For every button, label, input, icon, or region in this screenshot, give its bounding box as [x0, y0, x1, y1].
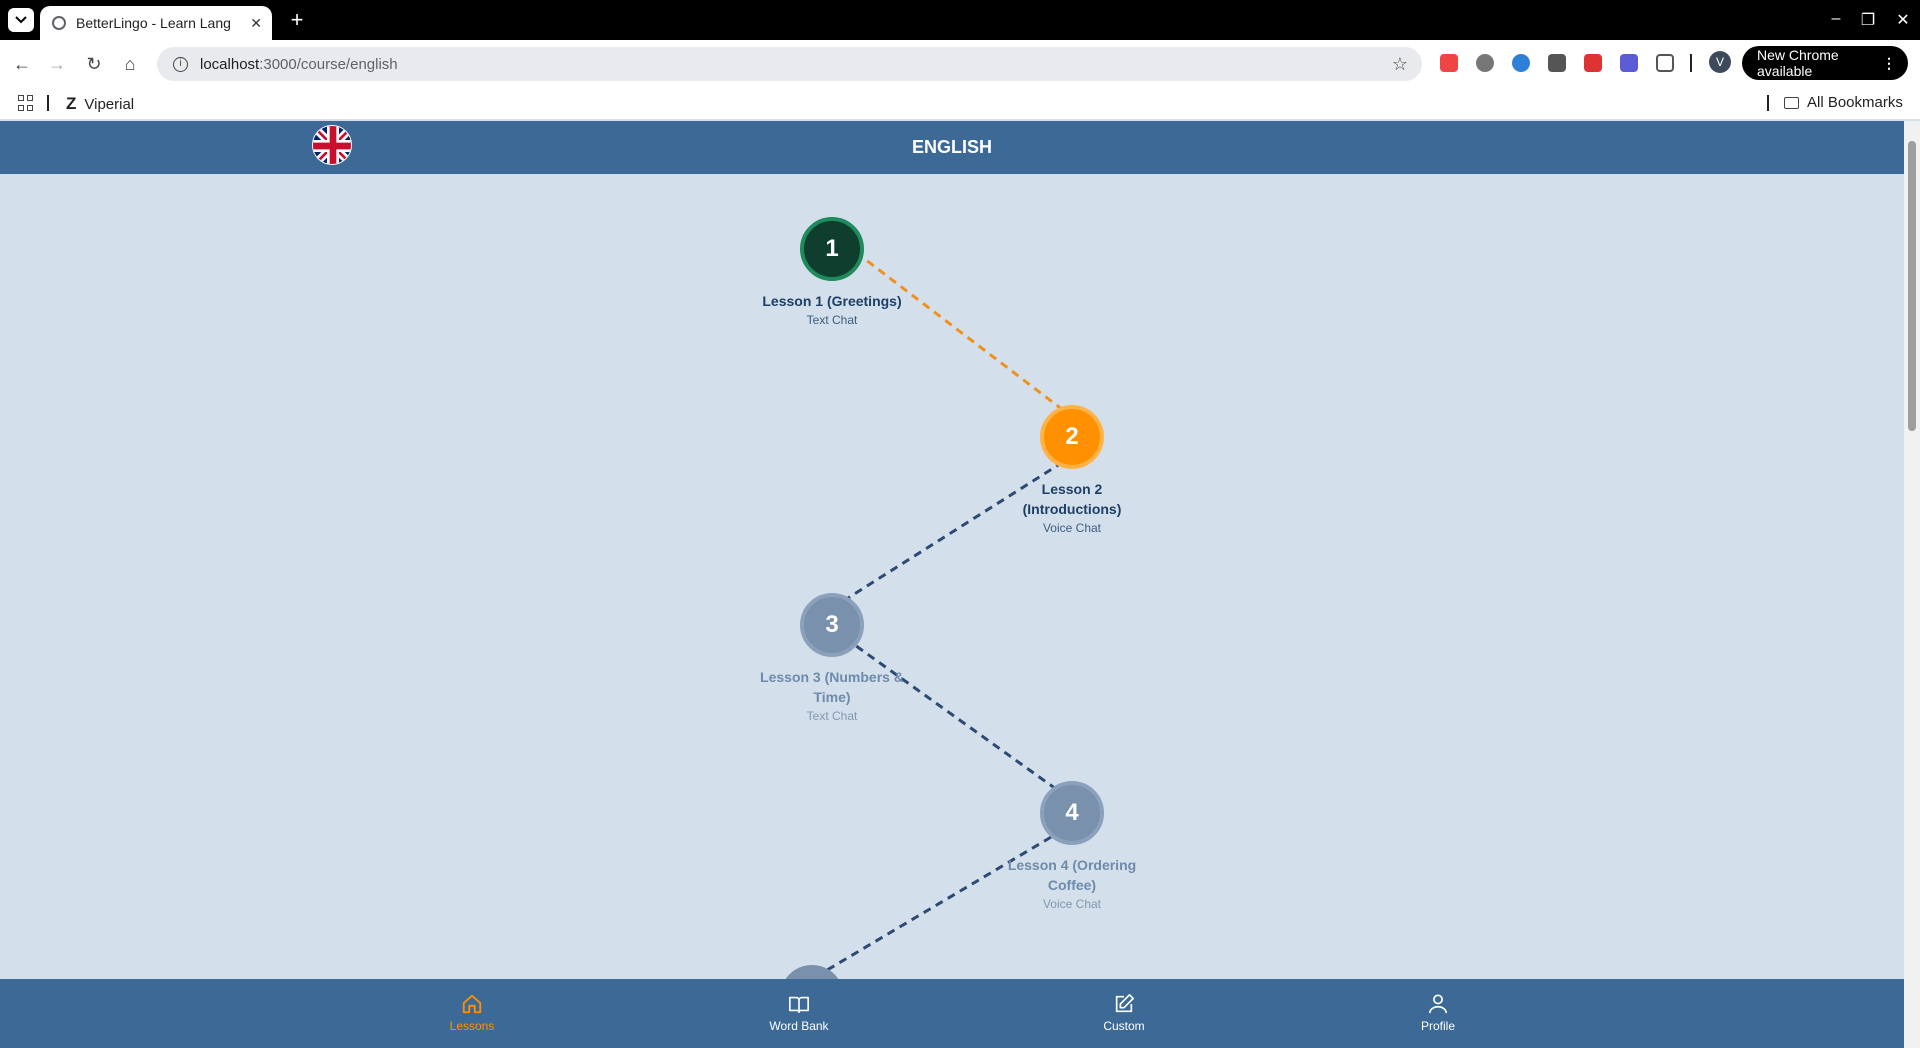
- nav-label: Word Bank: [769, 1019, 829, 1033]
- nav-label: Custom: [1103, 1019, 1145, 1033]
- extension-gear-icon[interactable]: [1620, 54, 1638, 72]
- url-host: localhost: [200, 55, 260, 73]
- new-chrome-button[interactable]: New Chrome available ⋮: [1742, 46, 1908, 80]
- lesson-mode: Voice Chat: [1042, 897, 1102, 911]
- lesson-title: Lesson 4 (Ordering Coffee): [1007, 857, 1137, 893]
- site-info-icon[interactable]: i: [173, 56, 188, 72]
- url-path: :3000/course/english: [259, 55, 398, 73]
- nav-lessons[interactable]: Lessons: [412, 993, 532, 1033]
- bookmarks-bar: Z Viperial All Bookmarks: [0, 86, 1920, 120]
- new-chrome-label: New Chrome available: [1757, 47, 1839, 79]
- restore-icon[interactable]: ❐: [1858, 10, 1878, 30]
- nav-custom[interactable]: Custom: [1064, 993, 1184, 1033]
- viperial-logo-icon: Z: [66, 94, 77, 113]
- apps-grid-icon[interactable]: [18, 95, 34, 111]
- lesson-number-badge[interactable]: 2: [1040, 405, 1104, 469]
- browser-toolbar: ← → ↻ ⌂ i localhost:3000/course/english …: [0, 40, 1920, 86]
- new-tab-button[interactable]: +: [284, 8, 310, 34]
- all-bookmarks-label: All Bookmarks: [1807, 94, 1903, 111]
- nav-label: Profile: [1420, 1019, 1455, 1033]
- tab-title: BetterLingo - Learn Lang: [76, 15, 231, 31]
- page-scrollbar[interactable]: [1904, 121, 1920, 1048]
- browser-titlebar: BetterLingo - Learn Lang ✕ + – ❐ ✕: [0, 0, 1920, 40]
- extensions-puzzle-icon[interactable]: [1656, 54, 1674, 72]
- lesson-node-2[interactable]: 2 Lesson 2 (Introductions) Voice Chat: [992, 405, 1152, 535]
- lesson-path: 1 Lesson 1 (Greetings) Text Chat 2 Lesso…: [0, 174, 1904, 979]
- bookmark-divider: [47, 95, 49, 111]
- chevron-down-icon: [15, 16, 27, 24]
- folder-icon: [1784, 96, 1799, 109]
- bookmark-divider: [1767, 95, 1769, 111]
- lesson-mode: Text Chat: [806, 313, 858, 327]
- lesson-number-badge[interactable]: 1: [800, 217, 864, 281]
- close-tab-icon[interactable]: ✕: [250, 15, 262, 32]
- home-icon[interactable]: ⌂: [118, 52, 142, 76]
- book-icon: [789, 996, 809, 1014]
- lesson-node-1[interactable]: 1 Lesson 1 (Greetings) Text Chat: [752, 217, 912, 327]
- edit-icon: [1115, 994, 1134, 1013]
- extension-video-icon[interactable]: [1584, 54, 1602, 72]
- all-bookmarks-button[interactable]: All Bookmarks: [1784, 94, 1903, 111]
- forward-icon[interactable]: →: [45, 52, 69, 76]
- scrollbar-thumb[interactable]: [1908, 141, 1916, 431]
- minimize-icon[interactable]: –: [1826, 10, 1846, 28]
- extension-megaphone-icon[interactable]: [1440, 54, 1458, 72]
- toolbar-divider: [1690, 54, 1692, 72]
- bookmark-viperial[interactable]: Z Viperial: [66, 94, 134, 114]
- lesson-mode: Voice Chat: [1042, 521, 1102, 535]
- home-icon: [462, 994, 482, 1014]
- extension-wave-icon[interactable]: [1512, 54, 1530, 72]
- back-icon[interactable]: ←: [10, 52, 34, 76]
- lesson-title: Lesson 2 (Introductions): [1022, 481, 1122, 517]
- address-bar[interactable]: i localhost:3000/course/english ☆: [157, 47, 1422, 81]
- more-menu-icon[interactable]: ⋮: [1882, 55, 1896, 72]
- lesson-title: Lesson 3 (Numbers & Time): [760, 669, 904, 705]
- nav-profile[interactable]: Profile: [1378, 993, 1498, 1033]
- nav-label: Lessons: [449, 1019, 495, 1033]
- nav-word-bank[interactable]: Word Bank: [739, 993, 859, 1033]
- bookmark-label: Viperial: [84, 95, 135, 113]
- lesson-node-3[interactable]: 3 Lesson 3 (Numbers & Time) Text Chat: [752, 593, 912, 723]
- tab-search-button[interactable]: [8, 8, 34, 32]
- extension-feather-icon[interactable]: [1476, 54, 1494, 72]
- lesson-title: Lesson 1 (Greetings): [762, 293, 902, 309]
- extension-z-icon[interactable]: [1548, 54, 1566, 72]
- lesson-number-badge[interactable]: 3: [800, 593, 864, 657]
- lesson-node-4[interactable]: 4 Lesson 4 (Ordering Coffee) Voice Chat: [992, 781, 1152, 911]
- course-title: ENGLISH: [911, 137, 992, 157]
- path-connectors: [785, 242, 1064, 979]
- app-header: ENGLISH: [0, 121, 1904, 174]
- reload-icon[interactable]: ↻: [82, 52, 106, 76]
- bookmark-star-icon[interactable]: ☆: [1392, 54, 1408, 75]
- browser-tab[interactable]: BetterLingo - Learn Lang ✕: [40, 6, 272, 40]
- lesson-mode: Text Chat: [806, 709, 858, 723]
- profile-avatar[interactable]: V: [1709, 51, 1731, 73]
- globe-icon: [52, 16, 66, 30]
- bottom-nav: Lessons Word Bank Custom Profile: [0, 979, 1904, 1048]
- close-window-icon[interactable]: ✕: [1893, 10, 1913, 30]
- lesson-number-badge[interactable]: 4: [1040, 781, 1104, 845]
- user-icon: [1428, 994, 1448, 1014]
